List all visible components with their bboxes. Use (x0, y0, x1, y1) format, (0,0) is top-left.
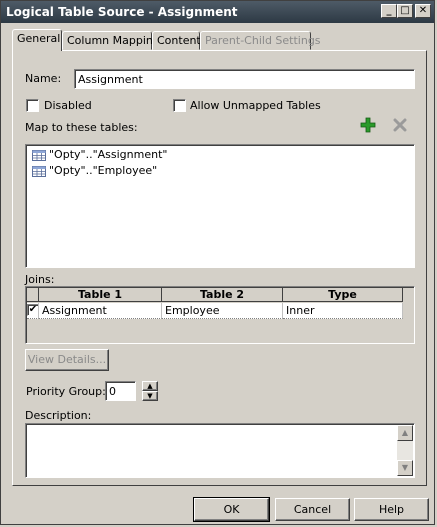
join-table1-cell[interactable]: Assignment (39, 303, 162, 319)
list-item[interactable]: "Opty".."Assignment" (32, 148, 167, 164)
join-row-checkbox[interactable]: ✔ (27, 304, 38, 316)
tab-content-label: Content (157, 34, 201, 47)
close-button[interactable]: ✕ (415, 4, 431, 18)
disabled-checkbox[interactable] (26, 99, 39, 112)
description-label: Description: (25, 409, 92, 422)
maximize-icon: □ (400, 5, 410, 16)
mapped-table-name: "Opty".."Assignment" (49, 148, 168, 161)
description-scrollbar[interactable]: ▲ ▼ (397, 425, 413, 476)
name-label: Name: (25, 72, 62, 85)
general-panel: Name: Assignment Disabled Allow Unmapped… (12, 50, 427, 486)
stepper-down-icon[interactable]: ▼ (142, 391, 158, 401)
ok-button[interactable]: OK (193, 497, 270, 522)
tab-column-mapping-label: Column Mapping (67, 34, 160, 47)
tab-parent-child-label: Parent-Child Settings (205, 34, 321, 47)
priority-group-label: Priority Group: (26, 385, 106, 398)
allow-unmapped-checkbox[interactable] (173, 99, 186, 112)
joins-header-table1[interactable]: Table 1 (39, 288, 162, 302)
join-type-cell[interactable]: Inner (283, 303, 403, 319)
window-title: Logical Table Source - Assignment (6, 5, 238, 19)
tab-column-mapping[interactable]: Column Mapping (62, 31, 160, 50)
tab-general[interactable]: General (12, 29, 62, 51)
name-field[interactable]: Assignment (74, 69, 415, 89)
table-icon (32, 165, 46, 177)
view-details-button: View Details... (25, 349, 109, 371)
mapped-table-name: "Opty".."Employee" (49, 164, 158, 177)
joins-header-check (27, 288, 39, 302)
mapped-tables-list[interactable]: "Opty".."Assignment" "Opty".."Employee" (25, 144, 415, 268)
join-table2-cell[interactable]: Employee (162, 303, 283, 319)
allow-unmapped-label: Allow Unmapped Tables (190, 99, 321, 112)
description-field[interactable]: ▲ ▼ (25, 423, 415, 478)
disabled-label: Disabled (44, 99, 92, 112)
joins-header-table2[interactable]: Table 2 (162, 288, 283, 302)
x-icon (392, 117, 408, 133)
minimize-icon: _ (386, 5, 392, 16)
tab-parent-child-settings: Parent-Child Settings (200, 31, 321, 50)
joins-table[interactable]: Table 1 Table 2 Type ✔ Assignment Employ… (25, 286, 415, 344)
table-icon (32, 149, 46, 161)
minimize-button[interactable]: _ (381, 4, 397, 18)
cancel-button[interactable]: Cancel (275, 498, 350, 521)
priority-group-value: 0 (109, 385, 116, 398)
title-bar[interactable]: Logical Table Source - Assignment _ □ ✕ (1, 1, 434, 23)
close-icon: ✕ (418, 5, 428, 16)
joins-label: Joins: (25, 273, 55, 286)
maximize-button[interactable]: □ (397, 4, 413, 18)
dialog-window: Logical Table Source - Assignment _ □ ✕ … (0, 0, 435, 525)
table-row[interactable]: ✔ (27, 303, 39, 319)
name-field-value: Assignment (78, 73, 143, 86)
plus-icon[interactable] (360, 117, 376, 133)
map-tables-label: Map to these tables: (25, 121, 138, 134)
scroll-up-icon[interactable]: ▲ (397, 425, 413, 441)
joins-header-type[interactable]: Type (283, 288, 403, 302)
scroll-down-icon[interactable]: ▼ (397, 460, 413, 476)
tab-content[interactable]: Content (152, 31, 201, 50)
stepper-up-icon[interactable]: ▲ (142, 381, 158, 391)
help-button[interactable]: Help (354, 498, 429, 521)
tab-general-label: General (17, 32, 61, 45)
priority-group-input[interactable]: 0 (105, 381, 136, 401)
list-item[interactable]: "Opty".."Employee" (32, 164, 157, 180)
priority-group-stepper[interactable]: ▲ ▼ (142, 381, 158, 401)
